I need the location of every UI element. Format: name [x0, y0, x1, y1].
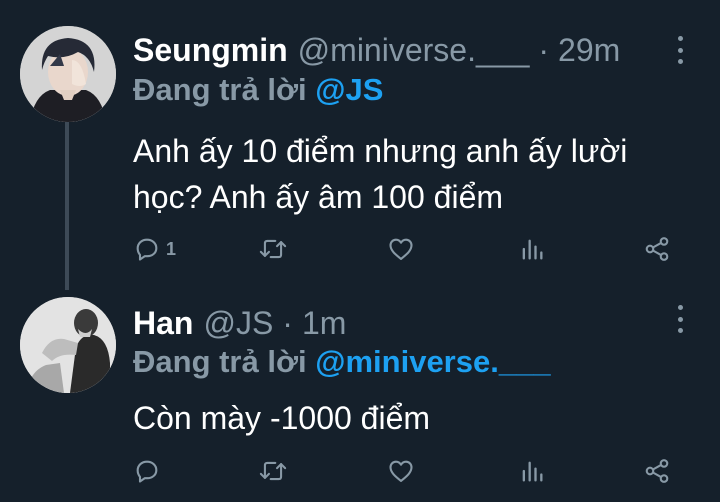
share-button[interactable] — [643, 232, 671, 266]
stats-icon — [522, 239, 543, 260]
tweet-text: Còn mày -1000 điểm — [133, 400, 431, 436]
reply-count: 1 — [166, 238, 177, 259]
tweet-header: Seungmin @miniverse.___ · 29m — [133, 30, 620, 70]
reply-button[interactable]: 1 — [133, 232, 176, 266]
tweet[interactable]: Seungmin @miniverse.___ · 29m Đang trả l… — [0, 0, 720, 282]
like-button[interactable] — [387, 232, 415, 266]
replying-to: Đang trả lời @miniverse.___ — [133, 344, 551, 380]
share-icon — [645, 459, 669, 483]
retweet-button[interactable] — [258, 232, 288, 266]
author-handle[interactable]: @JS — [203, 305, 273, 342]
share-button[interactable] — [643, 454, 671, 488]
separator-dot: · — [282, 304, 293, 341]
separator-dot: · — [538, 31, 550, 68]
replying-label: Đang trả lời — [133, 72, 307, 107]
mention-link[interactable]: @JS — [315, 72, 383, 107]
retweet-icon — [259, 239, 287, 259]
more-icon[interactable] — [676, 36, 684, 64]
mention-link[interactable]: @miniverse.___ — [315, 344, 550, 379]
author-name[interactable]: Han — [133, 305, 193, 342]
tweet-header: Han @JS · 1m — [133, 303, 346, 343]
tweet[interactable]: Han @JS · 1m Đang trả lời @miniverse.___… — [0, 282, 720, 502]
action-bar: 1 — [133, 232, 683, 266]
reply-icon — [136, 238, 158, 261]
like-icon — [389, 460, 413, 482]
retweet-button[interactable] — [258, 454, 288, 488]
timestamp[interactable]: 1m — [302, 305, 346, 342]
replying-label: Đang trả lời — [133, 344, 307, 379]
avatar[interactable] — [20, 297, 116, 393]
action-bar — [133, 454, 683, 488]
replying-to: Đang trả lời @JS — [133, 72, 383, 108]
author-handle[interactable]: @miniverse.___ — [298, 32, 530, 69]
reply-button[interactable] — [133, 454, 166, 488]
tweet-text: Anh ấy 10 điểm nhưng anh ấy lười học? An… — [133, 133, 628, 215]
more-icon[interactable] — [676, 305, 684, 333]
like-icon — [389, 238, 413, 260]
stats-icon — [522, 461, 543, 482]
author-name[interactable]: Seungmin — [133, 32, 288, 69]
timestamp[interactable]: 29m — [558, 32, 620, 69]
avatar[interactable] — [20, 26, 116, 122]
retweet-icon — [259, 461, 287, 481]
like-button[interactable] — [387, 454, 415, 488]
share-icon — [645, 237, 669, 261]
reply-icon — [136, 460, 158, 483]
stats-button[interactable] — [518, 454, 546, 488]
stats-button[interactable] — [518, 232, 546, 266]
